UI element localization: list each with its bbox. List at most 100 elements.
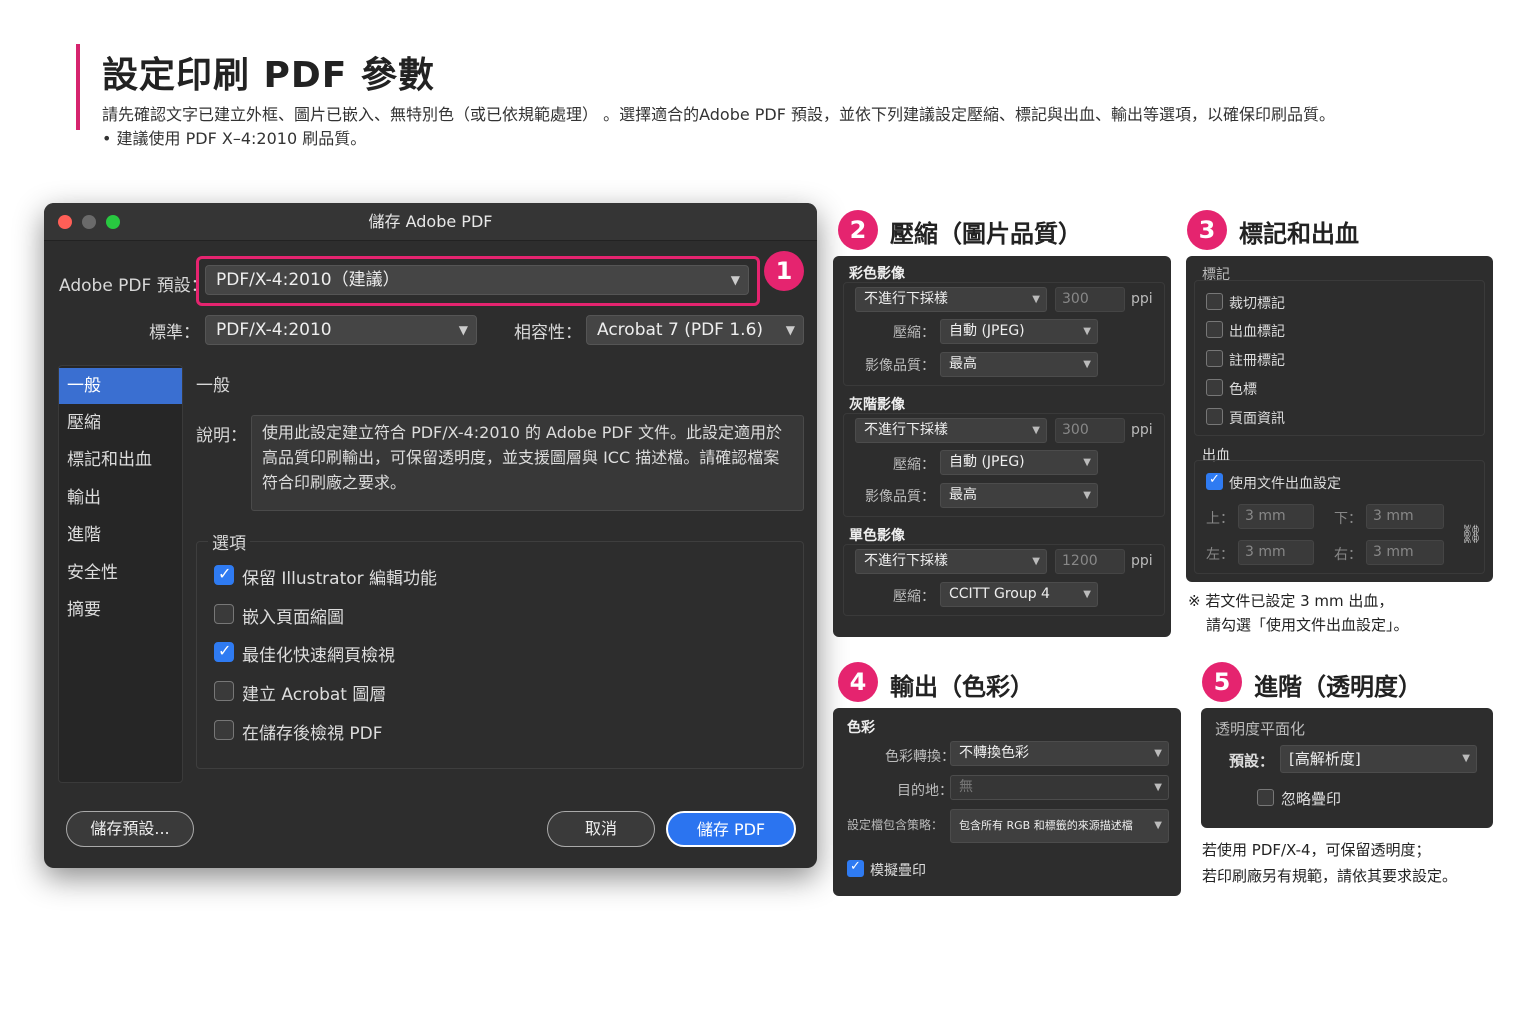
- destination-label: 目的地：: [897, 783, 953, 799]
- gray-quality-select[interactable]: 最高 ▼: [940, 483, 1098, 508]
- step-badge-4: 4: [838, 662, 878, 702]
- chevron-down-icon: ▼: [1154, 820, 1162, 831]
- bleed-marks-checkbox[interactable]: [1206, 321, 1223, 338]
- chevron-down-icon: ▼: [1032, 294, 1040, 305]
- color-compression-label: 壓縮：: [893, 325, 935, 341]
- chevron-down-icon: ▼: [1154, 782, 1162, 793]
- optimize-web-checkbox[interactable]: [214, 641, 234, 662]
- page-title: 設定印刷 PDF 參數: [102, 55, 435, 96]
- color-ppi-input[interactable]: 300: [1055, 287, 1125, 312]
- save-pdf-button[interactable]: 儲存 PDF: [666, 811, 796, 847]
- minimize-window-icon[interactable]: [82, 215, 96, 229]
- keep-illustrator-checkbox[interactable]: [214, 564, 234, 585]
- color-bars-checkbox[interactable]: [1206, 379, 1223, 396]
- flattener-preset-select[interactable]: [高解析度] ▼: [1280, 745, 1477, 773]
- gray-downsample-value: 不進行下採樣: [864, 422, 948, 438]
- mono-ppi-input[interactable]: 1200: [1055, 549, 1125, 574]
- step-badge-3: 3: [1187, 210, 1227, 250]
- ignore-overprint-checkbox[interactable]: [1257, 789, 1274, 806]
- bleed-right-input[interactable]: 3 mm: [1366, 540, 1444, 565]
- chevron-down-icon: ▼: [1032, 556, 1040, 567]
- view-pdf-checkbox[interactable]: [214, 720, 234, 740]
- section-title: 一般: [196, 376, 230, 396]
- step-badge-2: 2: [838, 210, 878, 250]
- save-preset-button[interactable]: 儲存預設...: [66, 811, 194, 847]
- color-conversion-select[interactable]: 不轉換色彩 ▼: [950, 741, 1169, 766]
- gray-ppi-input[interactable]: 300: [1055, 418, 1125, 443]
- category-sidebar: 一般 壓縮 標記和出血 輸出 進階 安全性 摘要: [58, 365, 183, 783]
- bleed-bottom-input[interactable]: 3 mm: [1366, 504, 1444, 529]
- close-window-icon[interactable]: [58, 215, 72, 229]
- sidebar-item-general[interactable]: 一般: [59, 368, 182, 404]
- mono-compression-select[interactable]: CCITT Group 4 ▼: [940, 582, 1098, 607]
- compat-label: 相容性：: [514, 323, 582, 343]
- cancel-button[interactable]: 取消: [547, 811, 655, 847]
- color-compression-value: 自動 (JPEG): [949, 323, 1025, 339]
- color-quality-value: 最高: [949, 356, 977, 372]
- sidebar-item-marks-bleeds[interactable]: 標記和出血: [59, 442, 182, 478]
- flattener-heading: 透明度平面化: [1215, 720, 1306, 738]
- view-pdf-label: 在儲存後檢視 PDF: [242, 724, 383, 744]
- embed-thumbnails-checkbox[interactable]: [214, 604, 234, 624]
- chevron-down-icon: ▼: [1083, 326, 1091, 337]
- sidebar-item-advanced[interactable]: 進階: [59, 517, 182, 553]
- link-chain-icon[interactable]: ⛓: [1460, 524, 1483, 545]
- mono-downsample-value: 不進行下採樣: [864, 553, 948, 569]
- gray-compression-select[interactable]: 自動 (JPEG) ▼: [940, 450, 1098, 475]
- compat-select[interactable]: Acrobat 7 (PDF 1.6) ▼: [586, 315, 804, 345]
- page-description: 請先確認文字已建立外框、圖片已嵌入、無特別色（或已依規範處理） 。選擇適合的Ad…: [102, 105, 1336, 124]
- registration-marks-checkbox[interactable]: [1206, 350, 1223, 367]
- embed-thumbnails-label: 嵌入頁面縮圖: [242, 608, 344, 628]
- color-heading: 色彩: [847, 720, 875, 736]
- output-title: 輸出（色彩）: [890, 673, 1034, 701]
- sidebar-item-summary[interactable]: 摘要: [59, 592, 182, 628]
- mono-compression-label: 壓縮：: [893, 589, 935, 605]
- description-label: 說明：: [196, 426, 247, 446]
- gray-compression-label: 壓縮：: [893, 457, 935, 473]
- chevron-down-icon: ▼: [1083, 589, 1091, 600]
- preset-select[interactable]: PDF/X-4:2010（建議） ▼: [205, 265, 749, 295]
- use-doc-bleed-checkbox[interactable]: [1206, 472, 1223, 490]
- bleed-left-input[interactable]: 3 mm: [1238, 540, 1314, 565]
- color-compression-select[interactable]: 自動 (JPEG) ▼: [940, 319, 1098, 344]
- marks-note-line-1: ※ 若文件已設定 3 mm 出血，: [1188, 592, 1394, 610]
- zoom-window-icon[interactable]: [106, 215, 120, 229]
- advanced-note-line-1: 若使用 PDF/X-4，可保留透明度；: [1202, 841, 1431, 859]
- bleed-top-input[interactable]: 3 mm: [1238, 504, 1314, 529]
- mono-downsample-select[interactable]: 不進行下採樣 ▼: [855, 549, 1047, 574]
- output-panel: 色彩 色彩轉換： 不轉換色彩 ▼ 目的地： 無 ▼ 設定檔包含策略： 包含所有 RG…: [833, 708, 1181, 896]
- preset-value: PDF/X-4:2010（建議）: [216, 270, 400, 290]
- page-info-checkbox[interactable]: [1206, 408, 1223, 425]
- compression-title: 壓縮（圖片品質）: [890, 220, 1082, 248]
- chevron-down-icon: ▼: [1083, 490, 1091, 501]
- profile-policy-select[interactable]: 包含所有 RGB 和標籤的來源描述檔 ▼: [950, 809, 1169, 843]
- marks-title: 標記和出血: [1239, 220, 1359, 248]
- chevron-down-icon: ▼: [730, 273, 740, 287]
- sidebar-item-compression[interactable]: 壓縮: [59, 405, 182, 441]
- advanced-panel: 透明度平面化 預設： [高解析度] ▼ 忽略疊印: [1201, 708, 1493, 828]
- simulate-overprint-checkbox[interactable]: [847, 859, 864, 877]
- sidebar-item-security[interactable]: 安全性: [59, 555, 182, 591]
- sidebar-item-output[interactable]: 輸出: [59, 480, 182, 516]
- header-accent-bar: [76, 44, 80, 130]
- registration-marks-label: 註冊標記: [1229, 353, 1285, 369]
- destination-select[interactable]: 無 ▼: [950, 775, 1169, 800]
- color-downsample-select[interactable]: 不進行下採樣 ▼: [855, 287, 1047, 312]
- standard-select[interactable]: PDF/X-4:2010 ▼: [205, 315, 477, 345]
- gray-downsample-select[interactable]: 不進行下採樣 ▼: [855, 418, 1047, 443]
- chevron-down-icon: ▼: [785, 323, 795, 337]
- chevron-down-icon: ▼: [1462, 753, 1470, 764]
- color-quality-select[interactable]: 最高 ▼: [940, 352, 1098, 377]
- bleed-right-label: 右：: [1334, 547, 1362, 563]
- ignore-overprint-label: 忽略疊印: [1281, 790, 1342, 808]
- preset-label: Adobe PDF 預設：: [59, 276, 208, 296]
- chevron-down-icon: ▼: [1032, 425, 1040, 436]
- standard-label: 標準：: [149, 323, 200, 343]
- gray-quality-value: 最高: [949, 487, 977, 503]
- bleed-marks-label: 出血標記: [1229, 324, 1285, 340]
- gray-ppi-unit: ppi: [1131, 422, 1153, 438]
- acrobat-layers-checkbox[interactable]: [214, 681, 234, 701]
- chevron-down-icon: ▼: [1154, 748, 1162, 759]
- color-ppi-unit: ppi: [1131, 291, 1153, 307]
- crop-marks-checkbox[interactable]: [1206, 293, 1223, 310]
